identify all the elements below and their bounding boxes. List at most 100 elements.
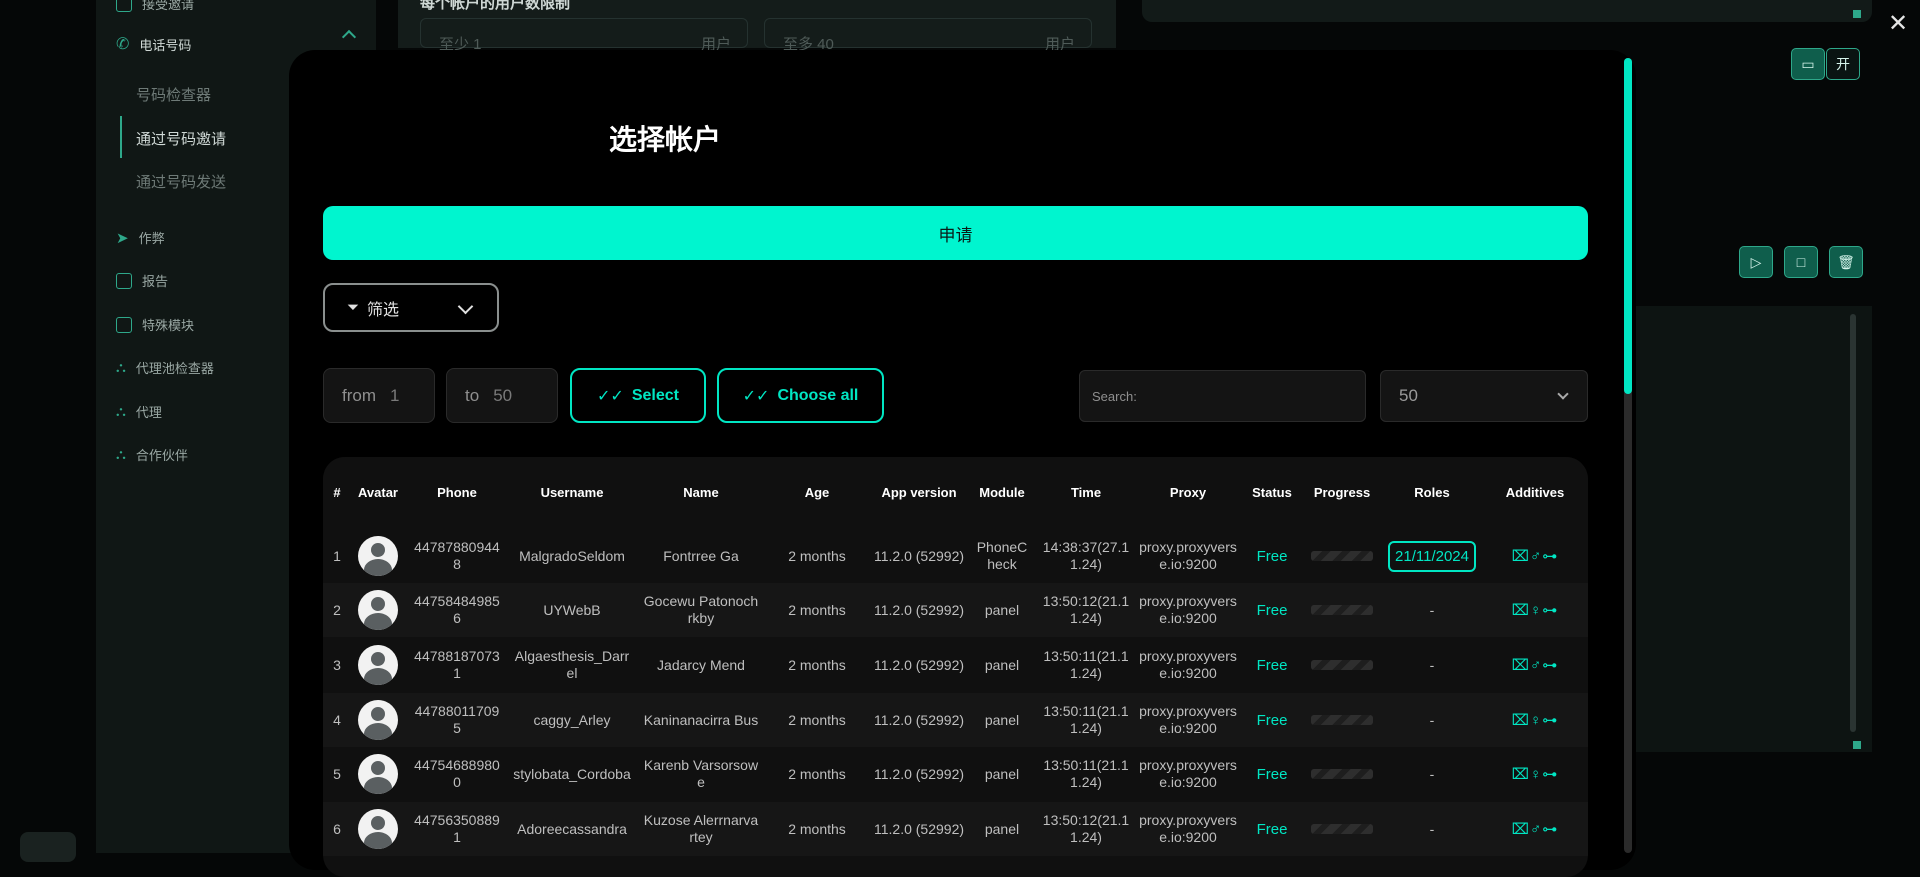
apply-button[interactable]: 申请 xyxy=(323,206,1588,260)
resize-handle[interactable] xyxy=(1853,741,1861,749)
status-cell: Free xyxy=(1247,747,1297,801)
table-row[interactable]: 6 447563508891 Adoreecassandra Kuzose Alerr… xyxy=(323,802,1588,856)
bottom-left-button[interactable] xyxy=(20,832,76,862)
sidebar-item-label: 代理池检查器 xyxy=(135,361,214,376)
num-cell: 5 xyxy=(333,765,341,782)
additives-icons: ⌧♀⊶ xyxy=(1511,711,1559,729)
sidebar-sub-send-by-number[interactable]: 通过号码发送 xyxy=(136,171,226,192)
status-badge: Free xyxy=(1256,547,1288,565)
search-input[interactable] xyxy=(1079,370,1366,422)
column-header[interactable]: Status xyxy=(1247,485,1297,500)
phone-cell: 447880117095 xyxy=(414,703,500,736)
time-cell: 13:50:11(21.11.24) xyxy=(1043,648,1129,681)
app-cell: 11.2.0 (52992) xyxy=(873,601,965,618)
column-header[interactable]: Phone xyxy=(414,485,500,500)
delete-button[interactable]: 🗑 xyxy=(1829,246,1863,278)
resize-handle[interactable] xyxy=(1853,10,1861,18)
username-cell: Adoreecassandra xyxy=(517,820,627,837)
column-header[interactable]: Age xyxy=(777,485,857,500)
network-icon: ⛬ xyxy=(116,359,126,375)
avatar xyxy=(358,590,398,630)
column-header[interactable]: Proxy xyxy=(1138,485,1238,500)
from-input[interactable]: from 1 xyxy=(323,368,435,423)
column-header[interactable]: Username xyxy=(513,485,631,500)
column-header[interactable]: Roles xyxy=(1387,485,1477,500)
sidebar-item-partners[interactable]: ⛬ 合作伙伴 xyxy=(116,445,188,464)
time-cell: 13:50:11(21.11.24) xyxy=(1043,703,1129,736)
filter-dropdown[interactable]: ⏷ 筛选 xyxy=(323,283,499,332)
age-cell: 2 months xyxy=(788,547,846,564)
per-page-select[interactable]: 50 xyxy=(1380,370,1588,422)
additives-cell: ⌧♀⊶ xyxy=(1487,747,1583,801)
sidebar-item-proxy[interactable]: ⛬ 代理 xyxy=(116,402,162,421)
age-cell: 2 months xyxy=(788,820,846,837)
column-header[interactable]: Module xyxy=(973,485,1031,500)
additives-cell: ⌧♂⊶ xyxy=(1487,638,1583,692)
avatar xyxy=(358,700,398,740)
sidebar-item-report[interactable]: 报告 xyxy=(116,271,168,290)
sidebar-sub-number-checker[interactable]: 号码检查器 xyxy=(136,84,211,105)
name-cell: Jadarcy Mend xyxy=(657,656,745,673)
min-users-field[interactable]: 至少 1 用户 xyxy=(420,18,748,53)
sidebar-item-proxy-pool-checker[interactable]: ⛬ 代理池检查器 xyxy=(116,358,214,377)
age-cell: 2 months xyxy=(788,656,846,673)
folder-button[interactable]: ▭ xyxy=(1791,48,1825,80)
module-cell: panel xyxy=(984,601,1020,618)
roles-cell: - xyxy=(1387,747,1477,801)
sidebar-item-label: 合作伙伴 xyxy=(135,448,188,463)
phone-cell: 447881870731 xyxy=(414,648,500,681)
progress-cell xyxy=(1302,802,1382,856)
status-badge: Free xyxy=(1256,601,1288,619)
chevron-up-icon[interactable] xyxy=(341,29,357,45)
modal-scrollbar[interactable] xyxy=(1624,58,1632,853)
progress-bar xyxy=(1311,605,1373,615)
column-header[interactable]: Additives xyxy=(1487,485,1583,500)
phone-cell: 447584849856 xyxy=(414,593,500,626)
additives-icons: ⌧♀⊶ xyxy=(1511,765,1559,783)
proxy-cell: proxy.proxyverse.io:9200 xyxy=(1139,812,1237,845)
proxy-cell: proxy.proxyverse.io:9200 xyxy=(1139,539,1237,572)
additives-cell: ⌧♀⊶ xyxy=(1487,583,1583,637)
close-icon[interactable]: ✕ xyxy=(1886,12,1910,36)
progress-cell xyxy=(1302,638,1382,692)
column-header[interactable]: Time xyxy=(1039,485,1133,500)
stop-button[interactable]: □ xyxy=(1784,246,1818,278)
play-icon: ▷ xyxy=(1750,253,1762,270)
sidebar-item-accept-invites[interactable]: 接受邀请 xyxy=(116,0,194,13)
network-icon: ⛬ xyxy=(116,446,126,462)
table-row[interactable]: 3 447881870731 Algaesthesis_Darrel Jadarcy … xyxy=(323,638,1588,692)
sidebar-item-cheat[interactable]: ➤ 作弊 xyxy=(116,228,165,247)
sidebar-item-special-modules[interactable]: 特殊模块 xyxy=(116,315,194,334)
column-header[interactable]: App version xyxy=(872,485,966,500)
sidebar-section-phone[interactable]: ✆ 电话号码 xyxy=(116,34,191,54)
open-button[interactable]: 开 xyxy=(1826,48,1860,80)
column-header[interactable]: Progress xyxy=(1302,485,1382,500)
log-scrollbar[interactable] xyxy=(1850,314,1856,732)
column-header[interactable]: # xyxy=(327,485,347,500)
column-header[interactable]: Avatar xyxy=(353,485,403,500)
time-cell: 13:50:11(21.11.24) xyxy=(1043,757,1129,790)
scrollbar-thumb[interactable] xyxy=(1624,58,1632,394)
table-row[interactable]: 2 447584849856 UYWebB Gocewu Patonochrkby 2 … xyxy=(323,583,1588,637)
progress-bar xyxy=(1311,769,1373,779)
progress-bar xyxy=(1311,715,1373,725)
play-button[interactable]: ▷ xyxy=(1739,246,1773,278)
select-button[interactable]: ✓✓ Select xyxy=(570,368,706,423)
proxy-cell: proxy.proxyverse.io:9200 xyxy=(1139,593,1237,626)
sidebar-item-label: 特殊模块 xyxy=(142,318,195,333)
max-users-field[interactable]: 至多 40 用户 xyxy=(764,18,1092,53)
choose-all-button[interactable]: ✓✓ Choose all xyxy=(717,368,884,423)
additives-icons: ⌧♀⊶ xyxy=(1511,601,1559,619)
age-cell: 2 months xyxy=(788,601,846,618)
to-input[interactable]: to 50 xyxy=(446,368,558,423)
table-row[interactable]: 1 447878809448 MalgradoSeldom Fontrree Ga 2 … xyxy=(323,529,1588,583)
progress-cell xyxy=(1302,693,1382,747)
additives-icons: ⌧♂⊶ xyxy=(1511,547,1559,565)
username-cell: stylobata_Cordoba xyxy=(513,765,631,782)
limit-heading: 每个帐户的用户数限制 xyxy=(420,0,571,12)
column-header[interactable]: Name xyxy=(643,485,759,500)
role-badge[interactable]: 21/11/2024 xyxy=(1388,540,1476,572)
table-row[interactable]: 4 447880117095 caggy_Arley Kaninanacirra Bu… xyxy=(323,693,1588,747)
table-row[interactable]: 5 447546889800 stylobata_Cordoba Karenb Var… xyxy=(323,747,1588,801)
roles-cell: - xyxy=(1387,802,1477,856)
